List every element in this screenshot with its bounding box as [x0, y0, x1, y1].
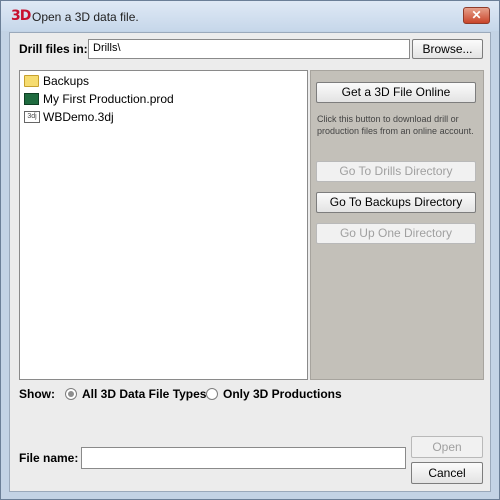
file-item-wbdemo[interactable]: 3dj WBDemo.3dj: [23, 109, 303, 126]
file-list[interactable]: Backups My First Production.prod 3dj WBD…: [19, 70, 308, 380]
only-productions-radio[interactable]: [206, 388, 218, 400]
show-label: Show:: [19, 387, 55, 401]
online-help-text: Click this button to download drill or p…: [317, 114, 474, 136]
dialog-body: Drill files in: Drills\ Browse... Backup…: [9, 32, 491, 492]
show-filter-row: Show: All 3D Data File Types Only 3D Pro…: [19, 386, 479, 402]
file-name: WBDemo.3dj: [43, 110, 114, 124]
file-name: Backups: [43, 74, 90, 88]
open-button[interactable]: Open: [411, 436, 483, 458]
close-icon: ✕: [471, 8, 482, 22]
cancel-button[interactable]: Cancel: [411, 462, 483, 484]
go-up-one-directory-button[interactable]: Go Up One Directory: [316, 223, 476, 244]
file-name-input[interactable]: [81, 447, 406, 469]
go-to-drills-directory-button[interactable]: Go To Drills Directory: [316, 161, 476, 182]
only-productions-label[interactable]: Only 3D Productions: [223, 387, 342, 401]
go-to-backups-directory-button[interactable]: Go To Backups Directory: [316, 192, 476, 213]
production-file-icon: [24, 93, 39, 105]
browse-button[interactable]: Browse...: [412, 39, 483, 59]
file-name: My First Production.prod: [43, 92, 174, 106]
drill-path-field[interactable]: Drills\: [88, 39, 410, 59]
window-title: Open a 3D data file.: [32, 10, 139, 24]
open-file-dialog: 3D Open a 3D data file. ✕ Drill files in…: [0, 0, 500, 500]
folder-icon: [24, 75, 39, 87]
action-panel: Get a 3D File Online Click this button t…: [310, 70, 484, 380]
drill-path-value: Drills\: [93, 42, 121, 54]
3dj-file-icon: 3dj: [24, 111, 40, 123]
radio-selected-dot: [68, 391, 74, 397]
file-name-label: File name:: [19, 451, 79, 465]
title-bar[interactable]: 3D Open a 3D data file. ✕: [1, 1, 499, 31]
app-3d-icon: 3D: [11, 8, 31, 24]
get-3d-file-online-button[interactable]: Get a 3D File Online: [316, 82, 476, 103]
file-item-backups[interactable]: Backups: [23, 73, 303, 90]
file-item-my-first-production[interactable]: My First Production.prod: [23, 91, 303, 108]
close-button[interactable]: ✕: [463, 7, 490, 24]
all-file-types-radio[interactable]: [65, 388, 77, 400]
drill-files-label: Drill files in:: [19, 42, 88, 56]
all-file-types-label[interactable]: All 3D Data File Types: [82, 387, 206, 401]
